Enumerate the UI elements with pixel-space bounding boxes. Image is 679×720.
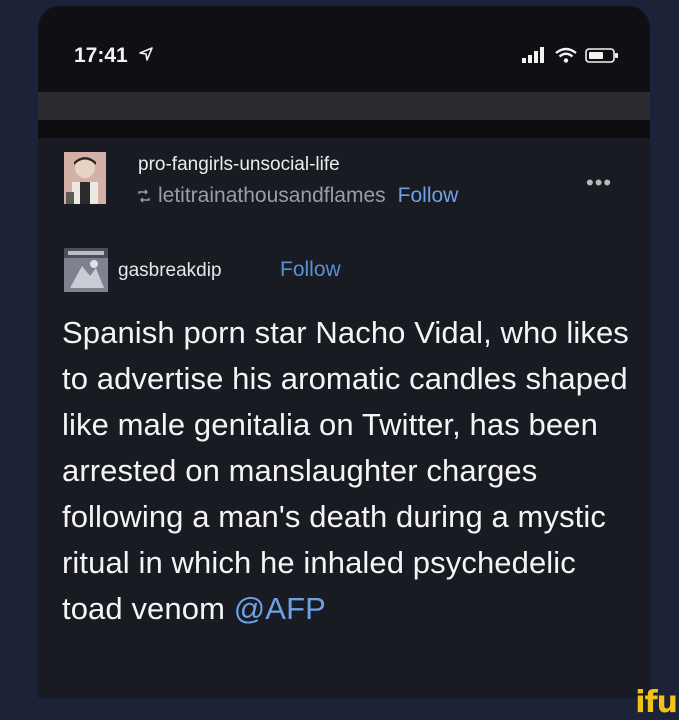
status-time: 17:41 xyxy=(74,44,128,67)
wifi-icon xyxy=(555,47,577,63)
reblog-source-username[interactable]: letitrainathousandflames xyxy=(158,184,386,208)
watermark-logo: ifu xyxy=(635,685,678,720)
avatar[interactable] xyxy=(64,152,106,204)
battery-icon xyxy=(585,48,618,63)
source-avatar[interactable] xyxy=(64,248,108,292)
location-arrow-icon xyxy=(139,47,153,61)
source-follow-button[interactable]: Follow xyxy=(280,258,341,282)
app-header-band xyxy=(38,92,650,120)
status-icons xyxy=(522,47,618,63)
source-username[interactable]: gasbreakdip xyxy=(118,260,222,282)
post-text: Spanish porn star Nacho Vidal, who likes… xyxy=(62,315,629,626)
post-card: pro-fangirls-unsocial-life letitrainatho… xyxy=(38,138,650,698)
follow-button[interactable]: Follow xyxy=(398,184,459,208)
status-bar: 17:41 xyxy=(38,6,650,92)
signal-icon xyxy=(522,47,544,63)
source-avatar-image xyxy=(64,248,108,292)
reblog-icon xyxy=(138,189,150,203)
more-options-icon[interactable]: ••• xyxy=(586,170,612,196)
avatar-image xyxy=(64,152,106,204)
mention-link[interactable]: @AFP xyxy=(234,591,326,626)
post-body: Spanish porn star Nacho Vidal, who likes… xyxy=(62,310,632,632)
poster-username[interactable]: pro-fangirls-unsocial-life xyxy=(138,154,340,176)
reblog-row: letitrainathousandflames Follow xyxy=(136,182,458,210)
